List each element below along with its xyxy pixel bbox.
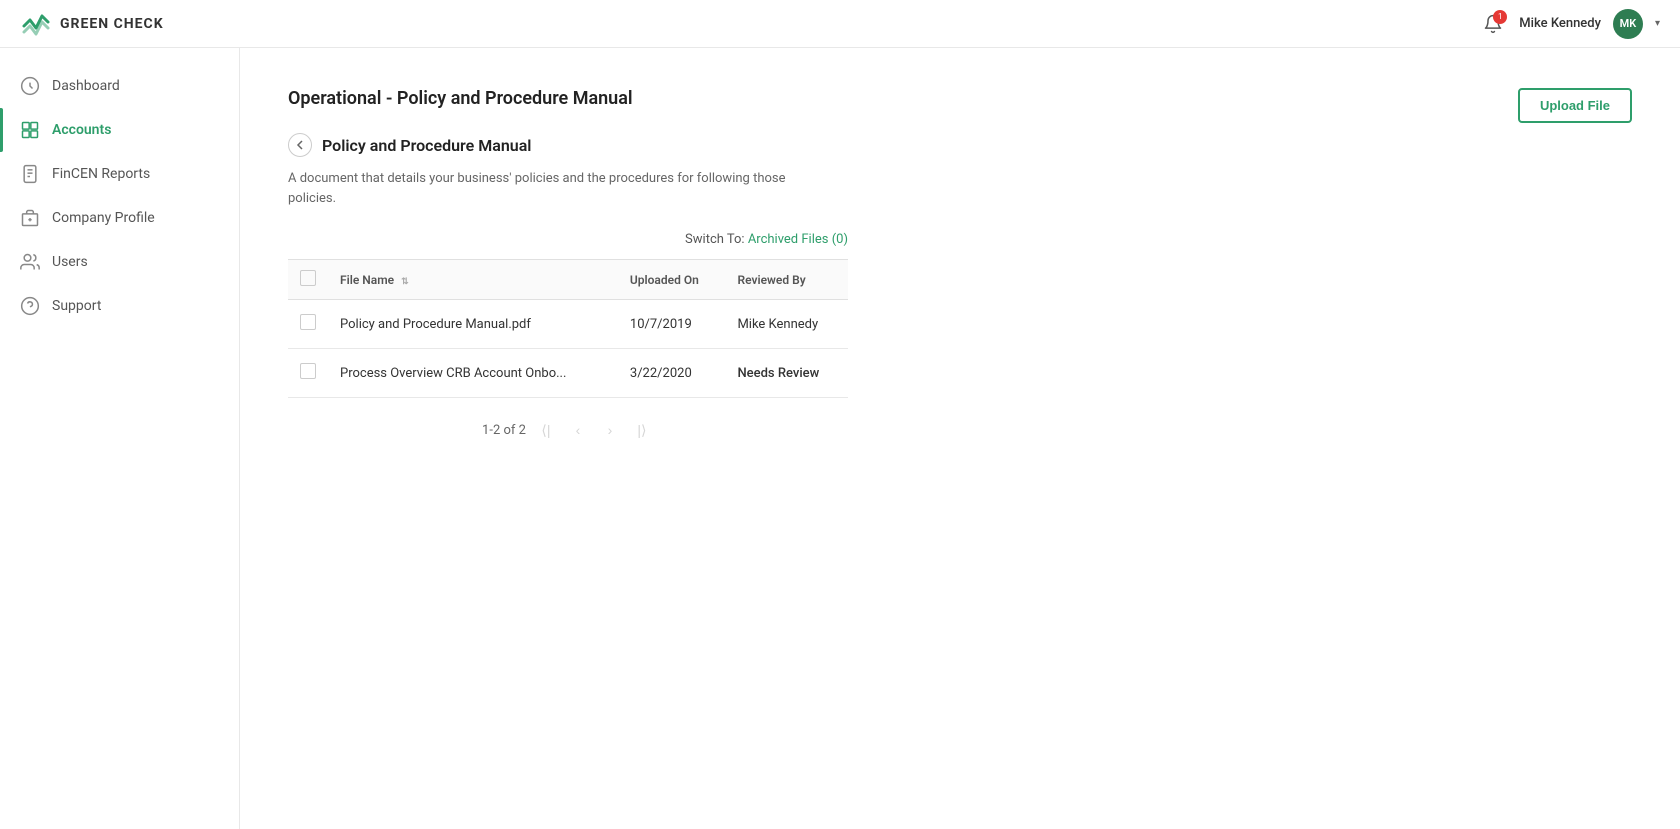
- sidebar-item-accounts[interactable]: Accounts: [0, 108, 239, 152]
- sort-icon-file-name[interactable]: ⇅: [401, 277, 409, 287]
- archived-files-link[interactable]: Archived Files (0): [748, 232, 848, 247]
- section-title: Policy and Procedure Manual: [322, 136, 531, 155]
- sidebar-label-company: Company Profile: [52, 210, 155, 226]
- sidebar-label-users: Users: [52, 254, 88, 270]
- accounts-icon: [20, 120, 40, 140]
- user-dropdown-chevron[interactable]: ▾: [1655, 18, 1660, 29]
- col-header-reviewed-by: Reviewed By: [725, 260, 848, 300]
- select-all-header: [288, 260, 328, 300]
- row2-file-name: Process Overview CRB Account Onbo...: [328, 349, 618, 398]
- switch-to-label: Switch To:: [685, 232, 745, 247]
- table-header-row: File Name ⇅ Uploaded On Reviewed By: [288, 260, 848, 300]
- company-icon: [20, 208, 40, 228]
- row2-reviewed-by: Needs Review: [725, 349, 848, 398]
- logo: GREEN CHECK: [20, 8, 164, 40]
- main-content: Operational - Policy and Procedure Manua…: [240, 48, 1680, 829]
- pagination-info: 1-2 of 2: [482, 423, 526, 438]
- col-header-file-name: File Name ⇅: [328, 260, 618, 300]
- notification-bell[interactable]: 1: [1479, 10, 1507, 38]
- sidebar-item-company-profile[interactable]: Company Profile: [0, 196, 239, 240]
- fincen-icon: [20, 164, 40, 184]
- row2-checkbox[interactable]: [300, 363, 316, 379]
- back-button[interactable]: [288, 133, 312, 157]
- last-page-button[interactable]: |⟩: [630, 418, 654, 442]
- users-icon: [20, 252, 40, 272]
- brand-name: GREEN CHECK: [60, 16, 164, 32]
- row2-checkbox-cell: [288, 349, 328, 398]
- user-area: 1 Mike Kennedy MK ▾: [1479, 9, 1660, 39]
- row1-file-name: Policy and Procedure Manual.pdf: [328, 300, 618, 349]
- support-icon: [20, 296, 40, 316]
- row1-checkbox[interactable]: [300, 314, 316, 330]
- table-row: Policy and Procedure Manual.pdf 10/7/201…: [288, 300, 848, 349]
- sidebar-label-fincen: FinCEN Reports: [52, 166, 150, 182]
- user-name: Mike Kennedy: [1519, 16, 1601, 31]
- row1-reviewed-by: Mike Kennedy: [725, 300, 848, 349]
- section-description: A document that details your business' p…: [288, 169, 808, 208]
- sidebar-label-support: Support: [52, 298, 101, 314]
- switch-to-area: Switch To: Archived Files (0): [288, 232, 848, 247]
- file-table: File Name ⇅ Uploaded On Reviewed By: [288, 259, 848, 398]
- upload-area: Upload File: [1518, 88, 1632, 123]
- select-all-checkbox[interactable]: [300, 270, 316, 286]
- row2-uploaded-on: 3/22/2020: [618, 349, 726, 398]
- sidebar-label-accounts: Accounts: [52, 122, 111, 138]
- user-avatar: MK: [1613, 9, 1643, 39]
- sidebar-item-fincen[interactable]: FinCEN Reports: [0, 152, 239, 196]
- prev-page-button[interactable]: ‹: [566, 418, 590, 442]
- page-title: Operational - Policy and Procedure Manua…: [288, 88, 1632, 109]
- sidebar: Dashboard Accounts FinCEN Reports: [0, 48, 240, 829]
- upload-file-button[interactable]: Upload File: [1518, 88, 1632, 123]
- pagination: 1-2 of 2 ⟨| ‹ › |⟩: [288, 418, 848, 442]
- sidebar-item-dashboard[interactable]: Dashboard: [0, 64, 239, 108]
- main-layout: Dashboard Accounts FinCEN Reports: [0, 48, 1680, 829]
- sidebar-item-users[interactable]: Users: [0, 240, 239, 284]
- dashboard-icon: [20, 76, 40, 96]
- sidebar-item-support[interactable]: Support: [0, 284, 239, 328]
- next-page-button[interactable]: ›: [598, 418, 622, 442]
- col-header-uploaded-on: Uploaded On: [618, 260, 726, 300]
- row1-checkbox-cell: [288, 300, 328, 349]
- sidebar-label-dashboard: Dashboard: [52, 78, 120, 94]
- section-header: Policy and Procedure Manual: [288, 133, 1632, 157]
- row1-uploaded-on: 10/7/2019: [618, 300, 726, 349]
- top-nav: GREEN CHECK 1 Mike Kennedy MK ▾: [0, 0, 1680, 48]
- table-row: Process Overview CRB Account Onbo... 3/2…: [288, 349, 848, 398]
- first-page-button[interactable]: ⟨|: [534, 418, 558, 442]
- logo-icon: [20, 8, 52, 40]
- notification-badge: 1: [1493, 10, 1507, 24]
